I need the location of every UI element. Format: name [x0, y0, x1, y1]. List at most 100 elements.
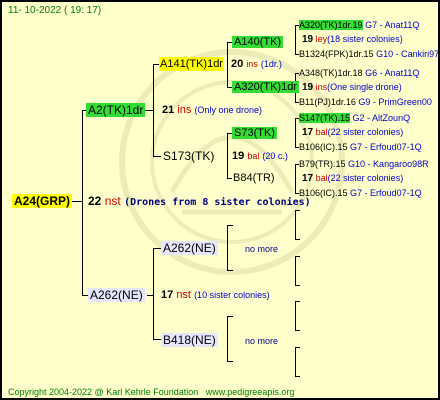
connector — [295, 210, 300, 211]
connector — [295, 285, 300, 286]
gen2-b418-no-more: no more — [245, 336, 279, 346]
connector — [295, 210, 296, 240]
gen2-a141-info: 20 ins (1dr.) — [231, 58, 282, 70]
gen4-item-2-note: (22 sister colonies) — [327, 127, 404, 137]
footer-site-link[interactable]: www.pedigreeapis.org — [206, 387, 295, 397]
connector — [227, 133, 228, 179]
gen4-item-2-line1: S147(TK).15 G2 - AltZounQ — [299, 112, 410, 124]
gen4-item-0-drone[interactable]: B1324(FPK)1dr.15 — [299, 49, 374, 59]
root-note: (Drones from 8 sister colonies) — [124, 197, 311, 208]
root-count: 22 — [88, 194, 102, 208]
connector — [153, 339, 161, 340]
connector — [295, 256, 300, 257]
gen4-item-1-line1: A348(TK)1dr.18 G6 - Anat11Q — [299, 67, 419, 79]
connector — [82, 110, 83, 296]
gen4-item-2-count: 17 — [302, 127, 314, 138]
gen1-upper-count: 21 — [162, 104, 175, 116]
gen1-lower-label[interactable]: A262(NE) — [88, 288, 145, 302]
gen4-item-3-drone[interactable]: B106(IC).15 — [299, 188, 348, 198]
connector — [295, 239, 300, 240]
connector — [295, 256, 296, 286]
connector — [227, 316, 233, 317]
connector — [72, 201, 82, 202]
gen4-item-3-unit: bal — [315, 173, 328, 183]
gen4-item-3-count: 17 — [302, 173, 314, 184]
connector — [295, 301, 296, 331]
connector — [227, 178, 232, 179]
connector — [295, 301, 300, 302]
gen4-item-2-line3: B106(IC).15 G7 - Erfoud07-1Q — [299, 141, 422, 153]
gen4-item-2-line2: 17 bal(22 sister colonies) — [302, 126, 403, 139]
gen3-s73-label[interactable]: S73(TK) — [232, 127, 277, 139]
gen1-upper-info: 21 ins (Only one drone) — [162, 104, 262, 116]
gen4-item-1-line2: 19 ins(One single drone) — [302, 81, 402, 94]
gen2-a141-count: 20 — [231, 58, 244, 70]
gen4-item-0-drone-origin: G10 - Cankiri97Q — [376, 49, 440, 59]
header-date: 11- 10-2022 ( 19: 17) — [8, 5, 102, 16]
gen2-s173-count: 19 — [232, 150, 245, 162]
gen1-lower-unit: nst — [176, 289, 191, 301]
connector — [227, 225, 228, 271]
connector — [295, 330, 300, 331]
root-unit: nst — [104, 194, 121, 208]
gen4-item-1-origin: G6 - Anat11Q — [365, 68, 420, 78]
gen4-item-0-origin: G7 - Anat11Q — [365, 20, 420, 30]
gen1-lower-note: (10 sister colonies) — [194, 290, 270, 300]
gen2-s173-note: (20 c.) — [262, 151, 288, 161]
gen1-upper-note: (Only one drone) — [194, 105, 262, 115]
gen4-item-0-queen[interactable]: A320(TK)1dr.19 — [299, 20, 363, 30]
connector — [153, 248, 154, 340]
gen4-item-0-unit: ley — [315, 34, 328, 44]
connector — [295, 347, 300, 348]
gen2-a262ne-no-more: no more — [245, 244, 279, 254]
connector — [295, 164, 296, 194]
gen4-item-1-unit: ins — [315, 82, 328, 92]
gen4-item-1-count: 19 — [302, 82, 314, 93]
gen2-a262ne-label[interactable]: A262(NE) — [161, 241, 218, 255]
gen4-item-3-origin: G10 - Kangaroo98R — [348, 159, 429, 169]
connector — [227, 361, 233, 362]
gen1-upper-unit: ins — [177, 104, 192, 116]
gen1-upper-label[interactable]: A2(TK)1dr — [86, 103, 146, 117]
gen3-a140-label[interactable]: A140(TK) — [232, 36, 284, 48]
gen3-b84-label[interactable]: B84(TR) — [233, 172, 275, 184]
gen1-lower-count: 17 — [161, 289, 174, 301]
gen4-item-2-drone[interactable]: B106(IC).15 — [299, 142, 348, 152]
gen4-item-3-note: (22 sister colonies) — [327, 173, 404, 183]
connector — [295, 25, 296, 55]
gen4-item-1-drone-origin: G9 - PrimGreen00 — [358, 97, 432, 107]
gen2-a141-label[interactable]: A141(TK)1dr — [159, 57, 224, 71]
gen2-a141-unit: ins — [246, 59, 258, 69]
connector — [227, 42, 228, 88]
gen4-item-3-line1: B79(TR).15 G10 - Kangaroo98R — [299, 158, 429, 170]
connector — [295, 118, 296, 148]
gen4-item-2-drone-origin: G7 - Erfoud07-1Q — [350, 142, 422, 152]
gen4-item-1-line3: B11(PJ)1dr.16 G9 - PrimGreen00 — [299, 96, 432, 108]
connector — [227, 270, 233, 271]
gen4-item-0-line2: 19 ley(18 sister colonies) — [302, 33, 403, 46]
gen1-lower-info: 17 nst (10 sister colonies) — [161, 289, 270, 301]
gen4-item-0-note: (18 sister colonies) — [327, 34, 403, 44]
gen4-item-2-queen[interactable]: S147(TK).15 — [299, 113, 351, 123]
gen4-item-1-drone[interactable]: B11(PJ)1dr.16 — [299, 97, 356, 107]
connector — [227, 316, 228, 362]
gen2-b418-label[interactable]: B418(NE) — [161, 333, 218, 347]
gen3-a320-label[interactable]: A320(TK)1dr — [232, 81, 299, 93]
connector — [153, 248, 161, 249]
footer: Copyright 2004-2022 @ Karl Kehrle Founda… — [8, 386, 294, 398]
gen2-s173-unit: bal — [247, 151, 260, 161]
gen2-s173-info: 19 bal (20 c.) — [232, 150, 288, 162]
pedigree-canvas: 11- 10-2022 ( 19: 17) A24(GRP) 22 nst (D… — [0, 0, 440, 400]
gen4-item-3-queen[interactable]: B79(TR).15 — [299, 159, 346, 169]
gen4-item-2-origin: G2 - AltZounQ — [352, 113, 411, 123]
gen4-item-0-line3: B1324(FPK)1dr.15 G10 - Cankiri97Q — [299, 48, 440, 60]
gen2-a141-note: (1dr.) — [260, 59, 282, 69]
gen2-s173-label[interactable]: S173(TK) — [163, 150, 214, 162]
connector — [295, 376, 300, 377]
gen4-item-3-line2: 17 bal(22 sister colonies) — [302, 172, 403, 185]
gen4-item-2-unit: bal — [315, 127, 328, 137]
gen4-item-1-queen[interactable]: A348(TK)1dr.18 — [299, 68, 363, 78]
root-queen-label[interactable]: A24(GRP) — [12, 194, 73, 208]
connector — [153, 64, 154, 157]
gen4-item-0-count: 19 — [302, 34, 314, 45]
